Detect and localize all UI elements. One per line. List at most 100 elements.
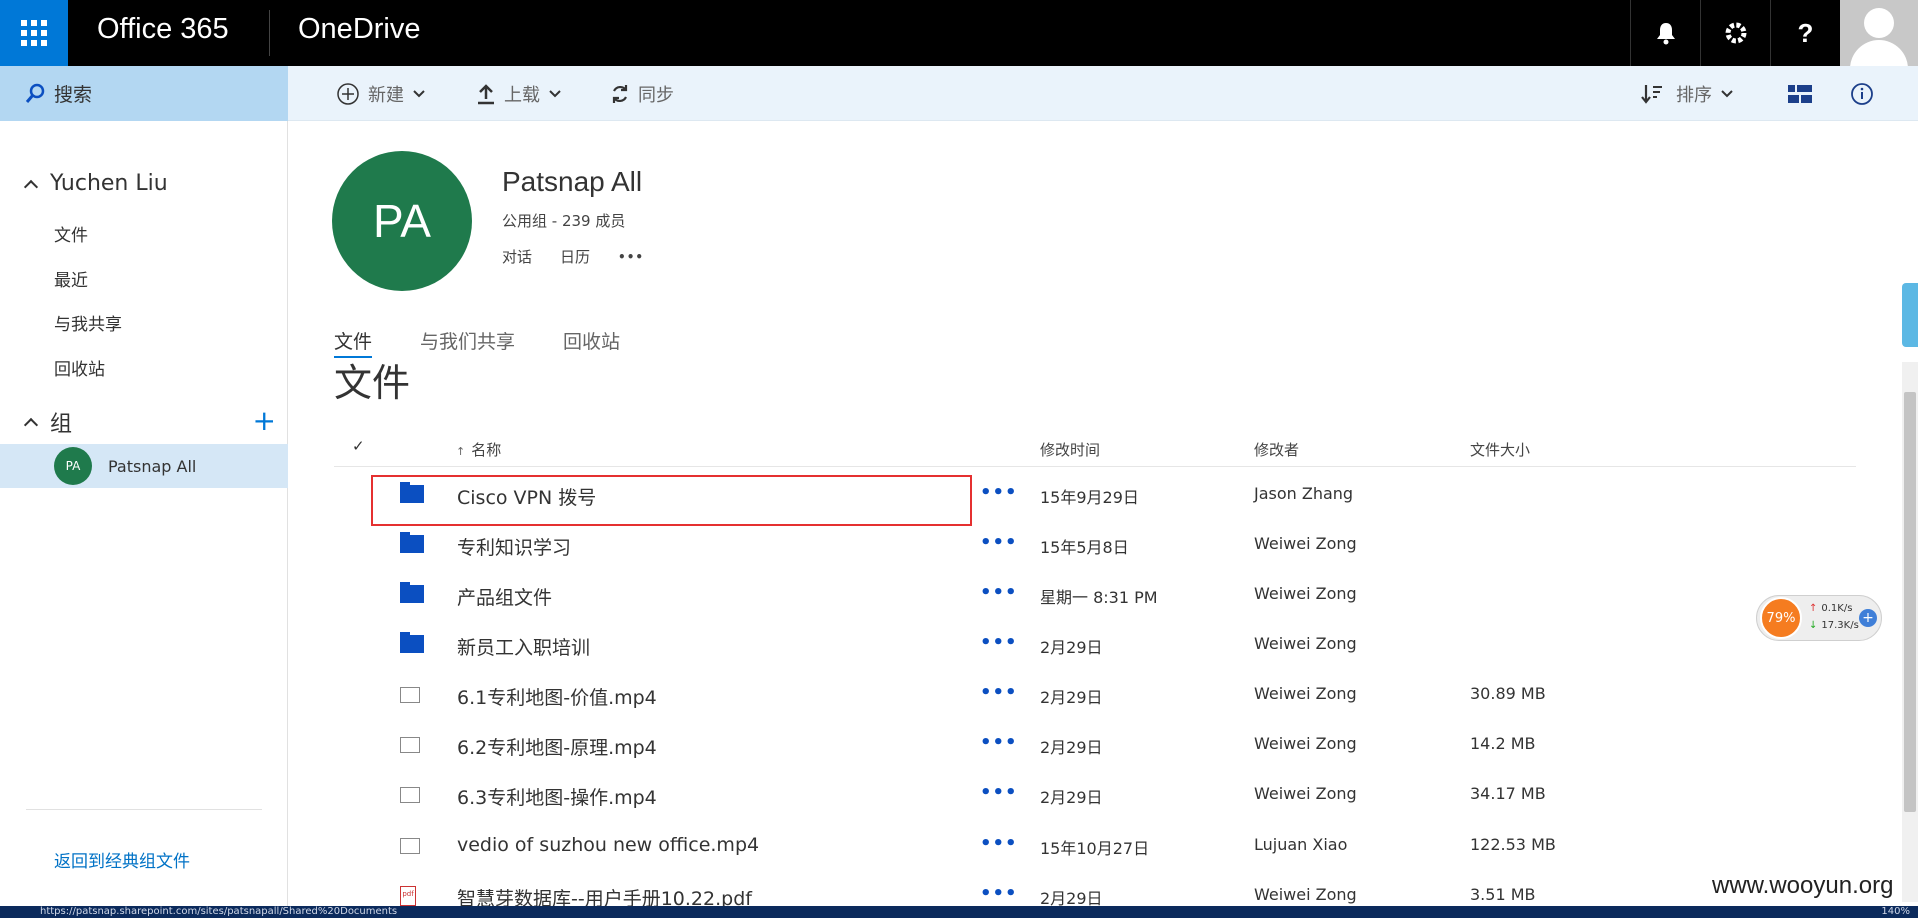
help-button[interactable]: ? (1770, 0, 1840, 66)
column-modified[interactable]: 修改时间 (1040, 439, 1100, 460)
zoom-level: 140% (1881, 906, 1910, 917)
folder-icon (400, 532, 424, 553)
file-name[interactable]: vedio of suzhou new office.mp4 (457, 834, 759, 856)
bell-icon (1656, 23, 1675, 45)
list-header: ✓ ↑ 名称 修改时间 修改者 文件大小 (334, 433, 1856, 467)
nav-item-recent[interactable]: 最近 (54, 266, 88, 291)
scrollbar-thumb[interactable] (1904, 392, 1916, 812)
table-row[interactable]: 产品组文件 ••• 星期一 8:31 PM Weiwei Zong (334, 570, 1856, 620)
page-title: 文件 (334, 361, 411, 405)
sort-button[interactable]: 排序 (1640, 66, 1734, 121)
chevron-down-icon (549, 89, 561, 97)
add-group-icon[interactable]: + (253, 404, 276, 437)
file-name[interactable]: 专利知识学习 (457, 533, 571, 560)
more-actions-icon[interactable]: ••• (980, 532, 1018, 553)
file-modified-by: Lujuan Xiao (1254, 835, 1348, 854)
table-row[interactable]: 新员工入职培训 ••• 2月29日 Weiwei Zong (334, 620, 1856, 670)
more-actions-icon[interactable]: ••• (980, 682, 1018, 703)
side-panel-tab[interactable] (1902, 283, 1918, 347)
nav-groups-label: 组 (50, 412, 73, 437)
nav-group-patsnap[interactable]: PA Patsnap All (0, 444, 288, 488)
nav-item-recycle[interactable]: 回收站 (54, 355, 105, 380)
column-size[interactable]: 文件大小 (1470, 439, 1530, 460)
select-all-checkbox[interactable]: ✓ (352, 437, 365, 455)
download-speed: ↓ 17.3K/s (1809, 620, 1859, 631)
upload-speed: ↑ 0.1K/s (1809, 603, 1852, 614)
group-title: Patsnap All (502, 166, 643, 197)
nav-user-section[interactable]: Yuchen Liu (23, 171, 168, 196)
gear-icon (1725, 22, 1746, 44)
file-modified-by: Weiwei Zong (1254, 534, 1357, 553)
waffle-icon (21, 20, 47, 46)
status-bar: https://patsnap.sharepoint.com/sites/pat… (0, 906, 1918, 918)
nav-item-shared[interactable]: 与我共享 (54, 310, 122, 335)
tiles-view-icon (1788, 84, 1812, 103)
sync-button[interactable]: 同步 (610, 66, 674, 121)
more-actions-icon[interactable]: ••• (980, 732, 1018, 753)
more-actions-icon[interactable]: ••• (980, 883, 1018, 904)
search-box[interactable]: 搜索 (0, 66, 288, 121)
table-row[interactable]: 6.2专利地图-原理.mp4 ••• 2月29日 Weiwei Zong 14.… (334, 720, 1856, 770)
file-name[interactable]: 6.2专利地图-原理.mp4 (457, 733, 657, 760)
file-modified: 15年9月29日 (1040, 488, 1139, 507)
file-size: 34.17 MB (1470, 784, 1546, 803)
tab-recycle-bin[interactable]: 回收站 (563, 327, 620, 358)
user-avatar[interactable] (1840, 0, 1918, 66)
search-icon (25, 83, 45, 103)
nav-groups-section[interactable]: 组 + (23, 404, 276, 438)
nav-group-name: Patsnap All (108, 456, 197, 476)
file-size: 14.2 MB (1470, 734, 1536, 753)
info-button[interactable] (1850, 66, 1874, 121)
more-actions-icon[interactable]: ••• (980, 833, 1018, 854)
more-actions-icon[interactable]: ••• (980, 582, 1018, 603)
table-row[interactable]: 6.1专利地图-价值.mp4 ••• 2月29日 Weiwei Zong 30.… (334, 670, 1856, 720)
column-name-label: 名称 (471, 441, 502, 459)
view-switch-button[interactable] (1788, 66, 1812, 121)
more-actions-icon[interactable]: ••• (980, 632, 1018, 653)
calendar-link[interactable]: 日历 (560, 246, 590, 267)
table-row[interactable]: 专利知识学习 ••• 15年5月8日 Weiwei Zong (334, 520, 1856, 570)
file-modified: 星期一 8:31 PM (1040, 588, 1158, 607)
table-row[interactable]: vedio of suzhou new office.mp4 ••• 15年10… (334, 821, 1856, 871)
app-launcher-button[interactable] (0, 0, 68, 66)
app-title[interactable]: OneDrive (298, 13, 421, 46)
file-modified-by: Weiwei Zong (1254, 584, 1357, 603)
table-row[interactable]: 6.3专利地图-操作.mp4 ••• 2月29日 Weiwei Zong 34.… (334, 770, 1856, 820)
more-actions-icon[interactable]: ••• (980, 482, 1018, 503)
tab-shared-with-us[interactable]: 与我们共享 (420, 327, 515, 358)
file-modified-by: Weiwei Zong (1254, 684, 1357, 703)
upload-button[interactable]: 上载 (476, 66, 562, 121)
conversations-link[interactable]: 对话 (502, 246, 532, 267)
group-avatar-small: PA (54, 447, 92, 485)
file-modified-by: Weiwei Zong (1254, 784, 1357, 803)
file-size: 122.53 MB (1470, 835, 1556, 854)
column-modified-by[interactable]: 修改者 (1254, 439, 1299, 460)
table-row[interactable]: pdf 智慧芽数据库--用户手册10.22.pdf ••• 2月29日 Weiw… (334, 871, 1856, 910)
brand-title[interactable]: Office 365 (97, 13, 229, 46)
file-size: 3.51 MB (1470, 885, 1536, 904)
sync-label: 同步 (638, 84, 674, 106)
notifications-button[interactable] (1630, 0, 1700, 66)
nav-item-files[interactable]: 文件 (54, 221, 88, 246)
arrow-down-icon: ↓ (1809, 620, 1818, 631)
new-button[interactable]: 新建 (336, 66, 426, 121)
more-icon[interactable]: ••• (618, 250, 644, 264)
network-monitor-widget[interactable]: 79% ↑ 0.1K/s ↓ 17.3K/s + (1756, 595, 1882, 641)
more-actions-icon[interactable]: ••• (980, 782, 1018, 803)
suite-bar: Office 365 OneDrive ? (0, 0, 1918, 66)
upload-label: 上载 (504, 84, 540, 106)
folder-icon (400, 582, 424, 603)
widget-plus-icon[interactable]: + (1859, 609, 1877, 627)
file-name[interactable]: 新员工入职培训 (457, 633, 590, 660)
nav-user-name: Yuchen Liu (50, 171, 168, 196)
settings-button[interactable] (1700, 0, 1770, 66)
file-name[interactable]: 6.3专利地图-操作.mp4 (457, 783, 657, 810)
file-name[interactable]: 产品组文件 (457, 583, 552, 610)
column-name[interactable]: ↑ 名称 (456, 439, 501, 460)
caret-up-icon (23, 179, 39, 194)
sync-icon (612, 84, 628, 103)
back-to-classic-link[interactable]: 返回到经典组文件 (54, 847, 190, 872)
plus-circle-icon (337, 82, 359, 105)
file-name[interactable]: 6.1专利地图-价值.mp4 (457, 683, 657, 710)
vertical-scrollbar[interactable] (1902, 362, 1918, 902)
